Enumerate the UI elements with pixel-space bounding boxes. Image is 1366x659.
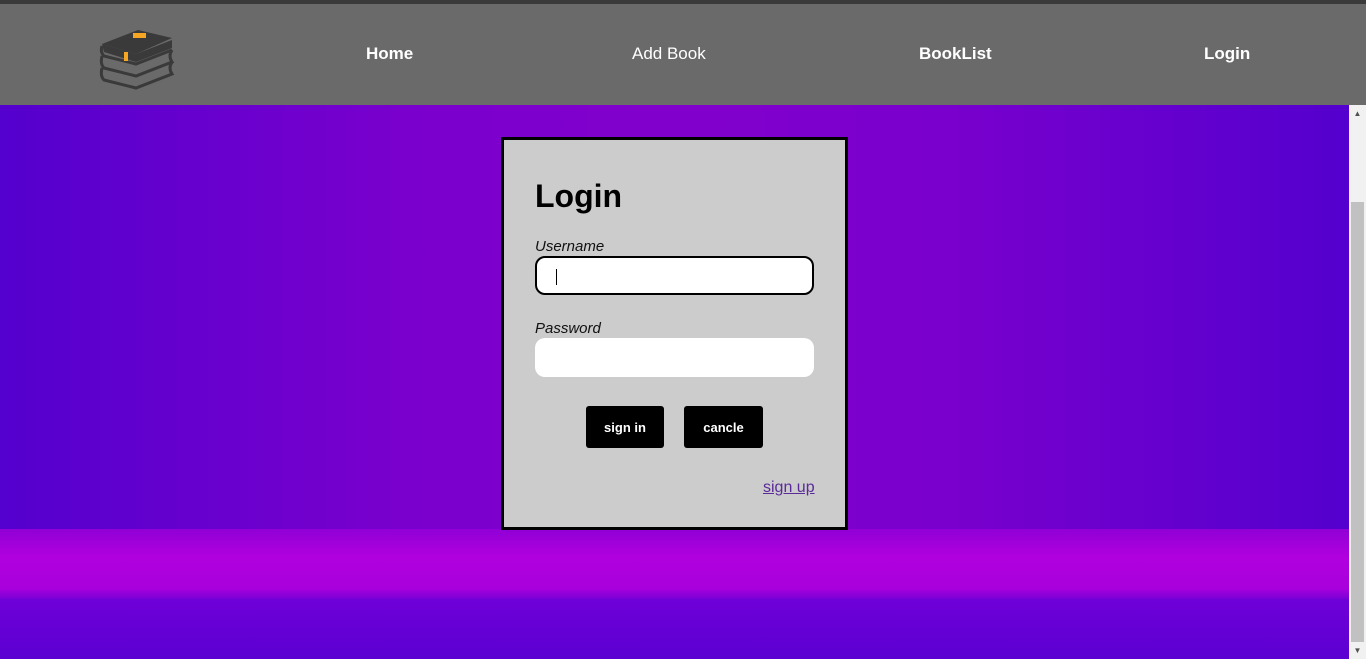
password-input[interactable] <box>535 338 814 377</box>
login-card: Login Username Password sign in cancle s… <box>501 137 848 530</box>
nav-booklist-link[interactable]: BookList <box>919 40 992 68</box>
navbar: Home Add Book BookList Login <box>0 4 1366 105</box>
scroll-down-arrow-icon[interactable]: ▼ <box>1349 642 1366 659</box>
password-label: Password <box>535 320 601 337</box>
scroll-up-arrow-icon[interactable]: ▲ <box>1349 105 1366 122</box>
background-bottom <box>0 599 1349 659</box>
sign-in-button[interactable]: sign in <box>586 406 664 448</box>
sign-up-link[interactable]: sign up <box>763 479 815 497</box>
nav-login-link[interactable]: Login <box>1204 40 1250 68</box>
cancel-button[interactable]: cancle <box>684 406 763 448</box>
vertical-scrollbar[interactable]: ▲ ▼ <box>1349 105 1366 659</box>
book-stack-icon[interactable] <box>96 22 178 92</box>
nav-add-book-link[interactable]: Add Book <box>632 40 706 68</box>
scrollbar-thumb[interactable] <box>1351 202 1364 642</box>
username-input[interactable] <box>535 256 814 295</box>
nav-home-link[interactable]: Home <box>366 40 413 68</box>
text-cursor <box>556 269 557 285</box>
login-title: Login <box>535 178 623 214</box>
background-band <box>0 529 1349 599</box>
username-label: Username <box>535 238 605 255</box>
